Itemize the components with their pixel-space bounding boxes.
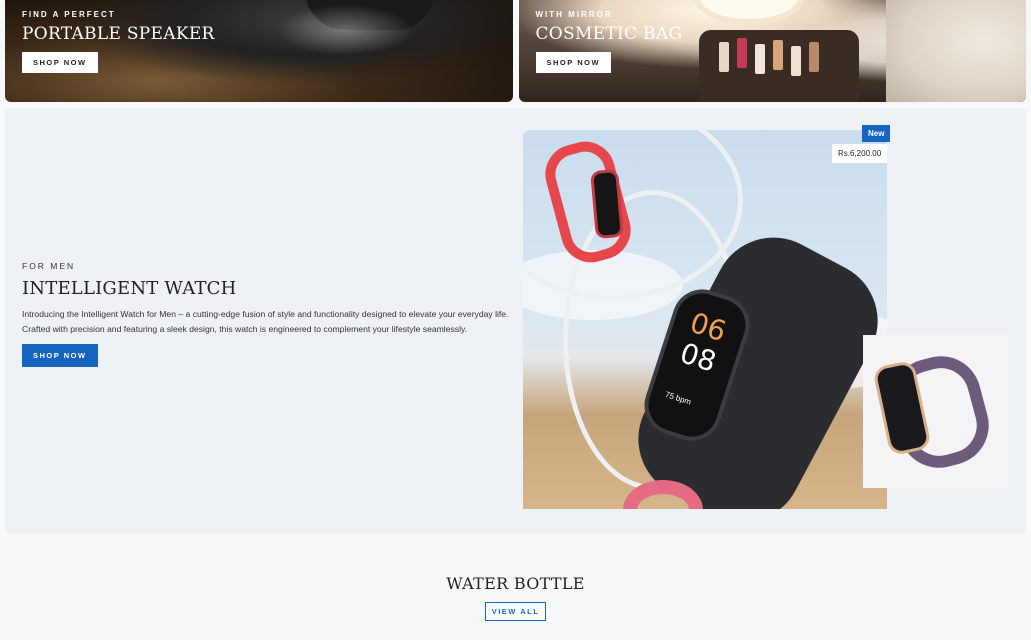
banner-eyebrow: WITH MIRROR <box>535 10 613 19</box>
watch-minutes: 08 <box>676 336 721 379</box>
watch-bpm: 75 bpm <box>664 389 693 407</box>
red-watch-face <box>590 168 624 240</box>
view-all-button[interactable]: VIEW ALL <box>485 602 546 621</box>
banner-title: PORTABLE SPEAKER <box>22 24 215 44</box>
new-badge: New <box>862 125 891 142</box>
feature-text: FOR MEN INTELLIGENT WATCH Introducing th… <box>22 261 512 367</box>
product-thumbnail[interactable] <box>863 335 1009 488</box>
feature-eyebrow: FOR MEN <box>22 261 76 271</box>
product-image[interactable]: 06 08 75 bpm <box>523 130 887 509</box>
feature-description: Introducing the Intelligent Watch for Me… <box>22 309 509 334</box>
banner-title: COSMETIC BAG <box>535 24 683 44</box>
section-title: WATER BOTTLE <box>446 574 585 593</box>
promo-banners: FIND A PERFECT PORTABLE SPEAKER SHOP NOW… <box>5 0 1026 102</box>
shop-now-button[interactable]: SHOP NOW <box>22 344 98 367</box>
fluffy-fabric <box>886 0 1026 102</box>
banner-portable-speaker[interactable]: FIND A PERFECT PORTABLE SPEAKER SHOP NOW <box>5 0 513 102</box>
shop-now-button[interactable]: SHOP NOW <box>535 52 612 73</box>
feature-section: FOR MEN INTELLIGENT WATCH Introducing th… <box>5 108 1026 533</box>
banner-cosmetic-bag[interactable]: WITH MIRROR COSMETIC BAG SHOP NOW <box>518 0 1026 102</box>
price-tag: Rs.6,200.00 <box>832 144 888 163</box>
banner-eyebrow: FIND A PERFECT <box>22 10 116 19</box>
cosmetic-bag-image <box>698 30 859 102</box>
shop-now-button[interactable]: SHOP NOW <box>22 52 98 73</box>
feature-title: INTELLIGENT WATCH <box>22 278 237 299</box>
mirror-image <box>693 0 804 25</box>
water-splash <box>265 0 425 60</box>
